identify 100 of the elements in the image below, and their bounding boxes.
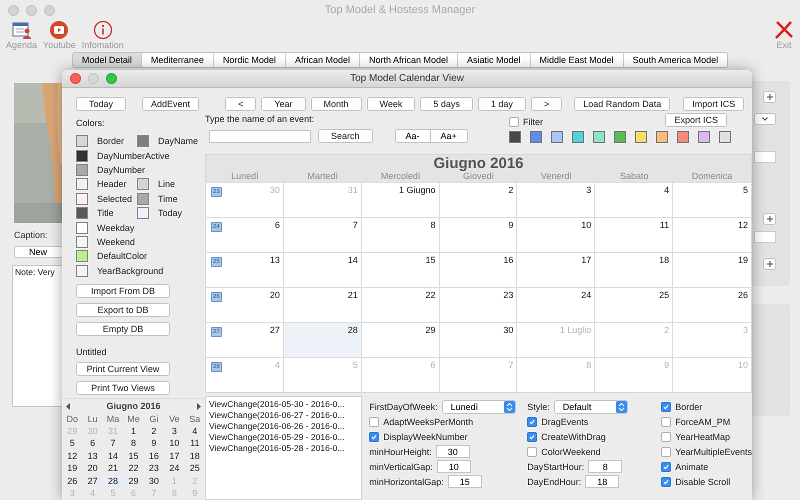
checkbox[interactable]	[661, 416, 672, 426]
view-button[interactable]: Year	[261, 97, 306, 111]
day-cell[interactable]: 25	[595, 287, 674, 322]
color-swatch[interactable]	[137, 207, 149, 220]
checkbox[interactable]	[661, 462, 672, 472]
input-field[interactable]	[754, 231, 776, 243]
day-number[interactable]: 13	[82, 450, 103, 462]
print-button[interactable]: Print Current View	[76, 362, 170, 376]
day-number[interactable]: 4	[184, 424, 205, 438]
day-number[interactable]: 28	[102, 474, 124, 488]
number-field[interactable]: 8	[588, 460, 622, 473]
day-cell[interactable]: 11	[595, 217, 674, 252]
color-swatch[interactable]	[719, 131, 731, 143]
next-icon[interactable]	[196, 402, 201, 410]
add-button[interactable]	[763, 258, 776, 270]
color-swatch[interactable]	[572, 131, 584, 143]
color-swatch[interactable]	[76, 135, 88, 148]
checkbox[interactable]	[661, 446, 672, 456]
day-number[interactable]: 3	[164, 424, 185, 438]
color-swatch[interactable]	[593, 131, 605, 143]
day-number[interactable]: 2	[144, 424, 164, 438]
day-number[interactable]: 21	[102, 462, 124, 475]
new-button[interactable]: New	[14, 246, 62, 258]
number-field[interactable]: 18	[585, 475, 620, 488]
day-number[interactable]: 22	[123, 462, 144, 475]
day-number[interactable]: 16	[144, 450, 164, 462]
day-cell[interactable]: 28	[284, 322, 362, 357]
play-icon[interactable]	[49, 20, 70, 40]
day-cell[interactable]: 10	[517, 217, 596, 252]
day-cell[interactable]: 14	[284, 252, 362, 287]
color-swatch[interactable]	[76, 264, 88, 277]
day-number[interactable]: 1	[123, 424, 144, 438]
day-number[interactable]: 5	[62, 437, 82, 450]
day-number[interactable]: 17	[164, 450, 185, 462]
number-field[interactable]: 30	[436, 445, 470, 458]
day-number[interactable]: 30	[144, 474, 164, 488]
day-number[interactable]: 20	[82, 462, 103, 475]
day-cell[interactable]: 16	[440, 252, 518, 287]
day-number[interactable]: 19	[62, 462, 82, 475]
color-swatch[interactable]	[76, 207, 88, 220]
dropdown[interactable]: Default	[554, 400, 628, 414]
database-button[interactable]: Empty DB	[76, 322, 170, 336]
day-number[interactable]: 6	[82, 437, 103, 450]
close-icon[interactable]	[774, 20, 794, 40]
checkbox[interactable]	[527, 446, 538, 456]
day-cell[interactable]: 17	[517, 252, 596, 287]
day-number[interactable]: 10	[164, 437, 185, 450]
color-swatch[interactable]	[656, 131, 668, 143]
color-swatch[interactable]	[76, 192, 88, 205]
color-swatch[interactable]	[530, 131, 542, 143]
color-swatch[interactable]	[551, 131, 563, 143]
color-swatch[interactable]	[76, 164, 88, 176]
color-swatch[interactable]	[635, 131, 647, 143]
day-cell[interactable]: 30	[440, 322, 518, 357]
search-field[interactable]	[209, 130, 311, 142]
color-swatch[interactable]	[76, 236, 88, 248]
day-number[interactable]: 26	[62, 474, 82, 488]
color-swatch[interactable]	[137, 178, 149, 190]
day-number[interactable]: 24	[164, 462, 185, 475]
day-cell[interactable]: 1 Giugno	[362, 182, 440, 217]
day-number[interactable]: 27	[82, 474, 103, 488]
import-button[interactable]: Import ICS	[683, 97, 744, 111]
day-cell[interactable]: 3	[517, 182, 596, 217]
dropdown[interactable]	[754, 113, 776, 125]
day-cell[interactable]: 23	[440, 287, 518, 322]
tab[interactable]: South America Model	[622, 53, 728, 67]
view-button[interactable]: 5 days	[420, 97, 473, 111]
day-number[interactable]: 18	[184, 450, 205, 462]
zoom-button[interactable]	[106, 73, 117, 84]
color-swatch[interactable]	[509, 131, 521, 143]
day-number[interactable]: 23	[144, 462, 164, 475]
database-button[interactable]: Import From DB	[76, 284, 170, 298]
day-number[interactable]: 14	[102, 450, 124, 462]
view-button[interactable]: Week	[366, 97, 416, 111]
day-number[interactable]: 12	[62, 450, 82, 462]
load-button[interactable]: Load Random Data	[574, 97, 670, 111]
color-swatch[interactable]	[614, 131, 626, 143]
number-field[interactable]: 15	[448, 475, 482, 488]
color-swatch[interactable]	[76, 178, 88, 190]
day-number[interactable]: 7	[102, 437, 124, 450]
input-field[interactable]	[754, 151, 776, 163]
day-number[interactable]: 15	[123, 450, 144, 462]
tab[interactable]: Model Detail	[72, 53, 141, 67]
checkbox[interactable]	[527, 416, 538, 426]
checkbox[interactable]	[369, 416, 380, 426]
view-button[interactable]: >	[530, 97, 562, 111]
day-number[interactable]: 29	[123, 474, 144, 488]
font-size-button[interactable]: Aa+	[430, 130, 467, 142]
color-swatch[interactable]	[76, 250, 88, 262]
day-cell[interactable]: 7	[284, 217, 362, 252]
today-button[interactable]: Today	[76, 97, 126, 111]
view-button[interactable]: 1 day	[478, 97, 526, 111]
day-cell[interactable]: 24	[517, 287, 596, 322]
day-cell[interactable]: 18	[595, 252, 674, 287]
close-button[interactable]	[70, 73, 81, 84]
database-button[interactable]: Export to DB	[76, 302, 170, 317]
checkbox[interactable]	[369, 432, 380, 442]
day-cell[interactable]: 22	[362, 287, 440, 322]
view-button[interactable]: <	[225, 97, 256, 111]
day-number[interactable]: 9	[144, 437, 164, 450]
